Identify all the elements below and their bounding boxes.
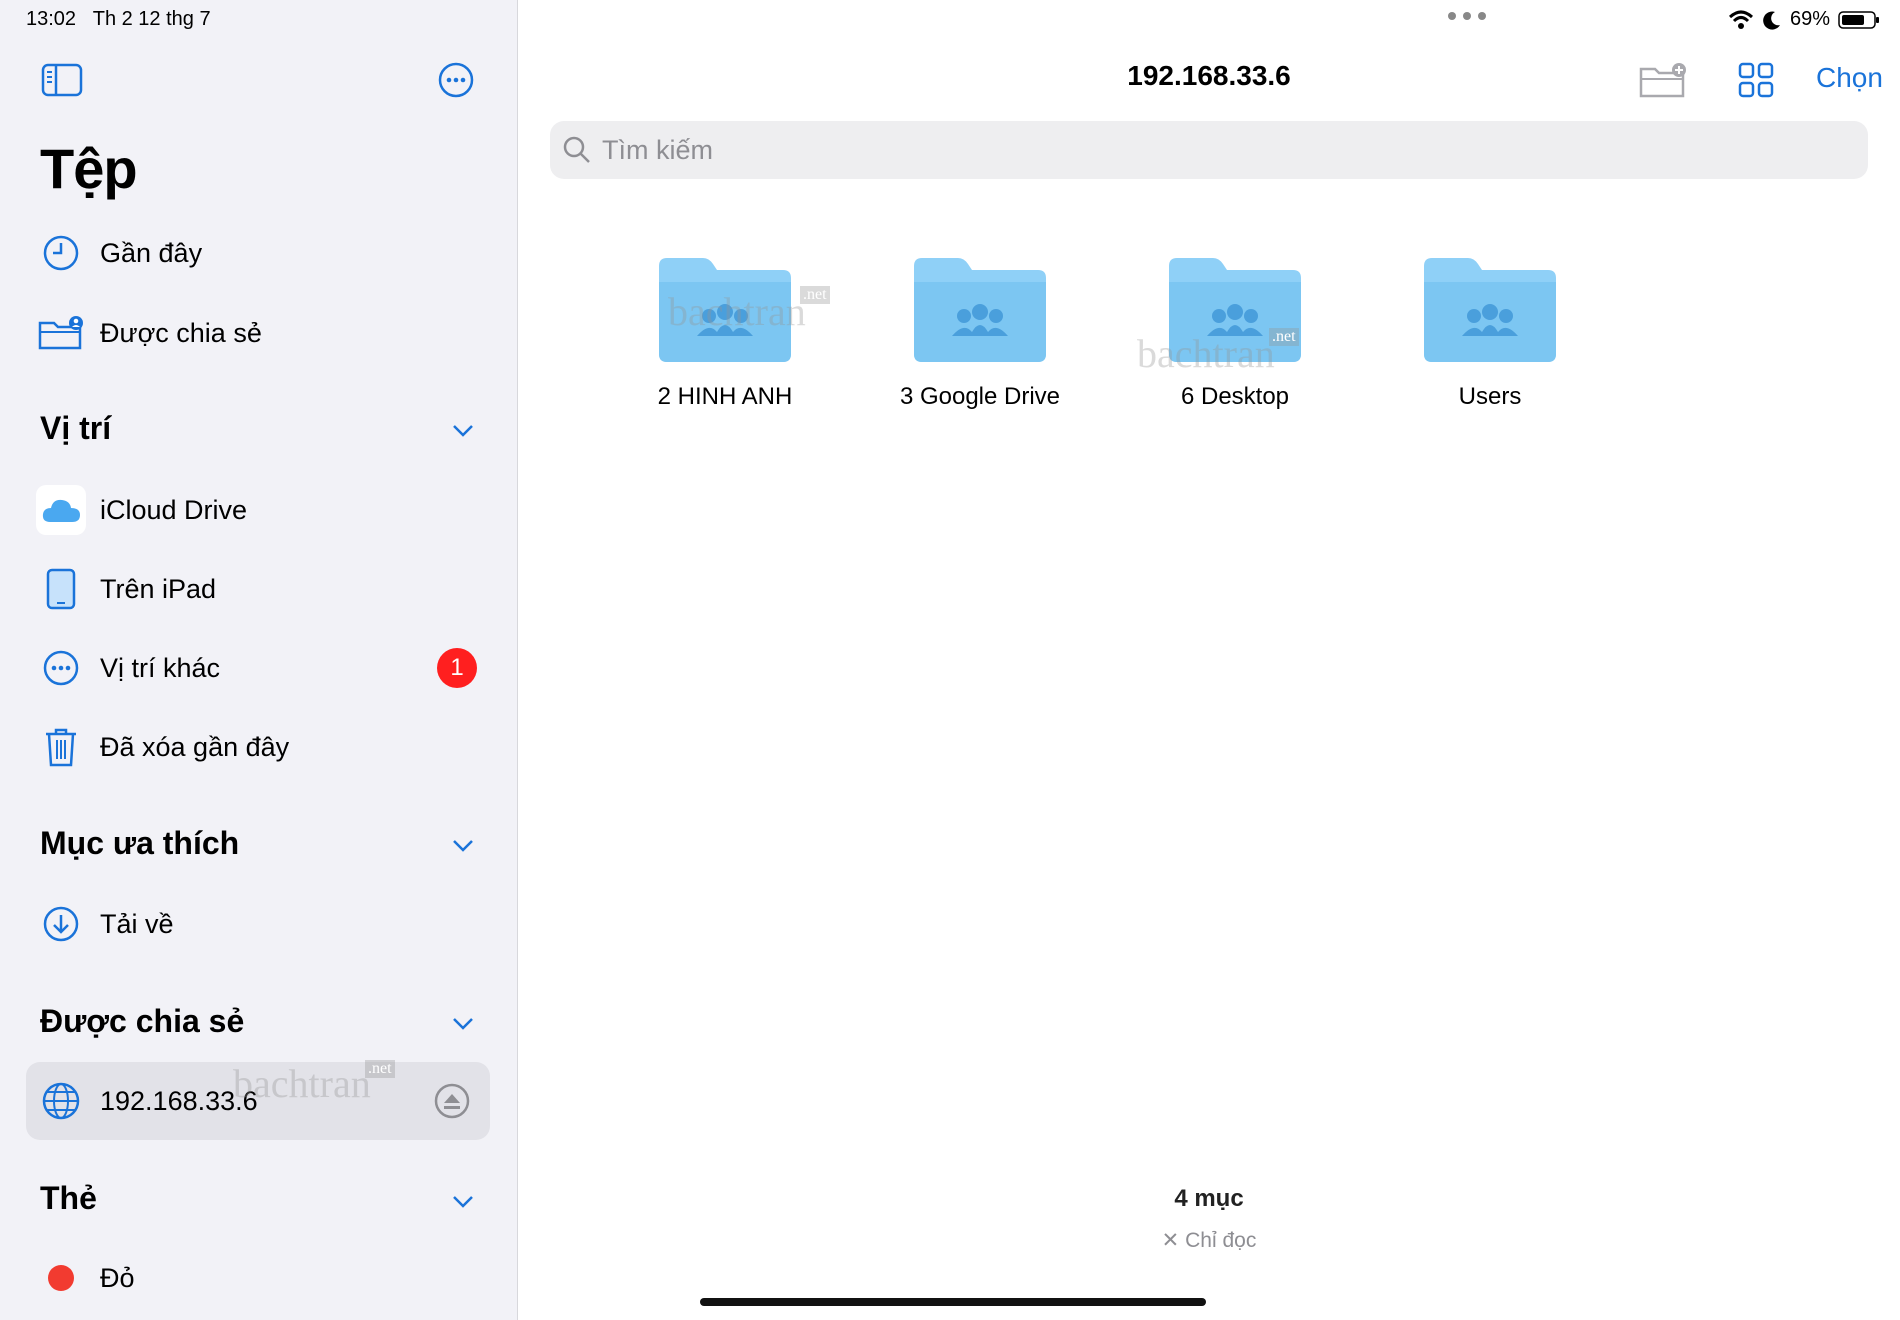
sidebar-item-tag-red[interactable]: Đỏ xyxy=(36,1249,135,1307)
sidebar-item-label: Gần đây xyxy=(100,237,203,268)
section-shared[interactable]: Được chia sẻ xyxy=(40,1003,244,1040)
sidebar-item-label: Đã xóa gần đây xyxy=(100,731,290,762)
ipad-icon xyxy=(36,564,86,614)
chevron-down-icon[interactable] xyxy=(452,1017,474,1031)
watermark: bachtran xyxy=(1137,331,1275,376)
chevron-down-icon[interactable] xyxy=(452,424,474,438)
shared-folder-icon xyxy=(914,258,1046,362)
chevron-down-icon[interactable] xyxy=(452,839,474,853)
sidebar-item-recent[interactable]: Gần đây xyxy=(36,224,202,282)
item-count: 4 mục xyxy=(1174,1185,1244,1212)
section-locations[interactable]: Vị trí xyxy=(40,410,111,447)
eject-icon[interactable] xyxy=(432,1081,472,1121)
search-icon xyxy=(563,136,590,163)
download-icon xyxy=(36,899,86,949)
sidebar-item-label: Đỏ xyxy=(100,1262,135,1293)
sidebar-item-downloads[interactable]: Tải về xyxy=(36,895,174,953)
watermark-suffix: .net xyxy=(365,1060,395,1078)
section-tags[interactable]: Thẻ xyxy=(40,1180,97,1217)
search-placeholder: Tìm kiếm xyxy=(602,134,713,165)
sidebar-item-label: Tải về xyxy=(100,908,174,939)
status-time: 13:02 Th 2 12 thg 7 xyxy=(26,8,211,30)
red-tag-dot-icon xyxy=(36,1253,86,1303)
new-folder-icon[interactable] xyxy=(1638,60,1690,100)
shared-folder-icon xyxy=(1424,258,1556,362)
sidebar-toggle-icon[interactable] xyxy=(38,60,86,100)
sidebar-item-shared[interactable]: Được chia sẻ xyxy=(36,304,262,362)
folder-name: Users xyxy=(1458,383,1522,410)
watermark: bachtran xyxy=(233,1061,371,1106)
folder-name: 3 Google Drive xyxy=(899,383,1061,410)
sidebar-item-label: Vị trí khác xyxy=(100,652,221,683)
page-title: 192.168.33.6 xyxy=(1127,60,1291,91)
read-only-status: ✕ Chỉ đọc xyxy=(1161,1229,1257,1252)
sidebar-item-label: iCloud Drive xyxy=(100,494,248,525)
watermark: bachtran xyxy=(668,289,806,334)
select-button[interactable]: Chọn xyxy=(1816,62,1883,94)
folder-item[interactable]: 3 Google Drive xyxy=(870,252,1090,411)
sidebar-item-server[interactable]: 192.168.33.6 xyxy=(36,1072,258,1130)
app-title: Tệp xyxy=(40,137,138,200)
watermark-suffix: .net xyxy=(800,286,830,304)
section-favorites[interactable]: Mục ưa thích xyxy=(40,825,239,862)
multitasking-dots-icon[interactable] xyxy=(1448,12,1486,20)
sidebar-item-label: Được chia sẻ xyxy=(100,317,262,348)
sidebar-item-recently-deleted[interactable]: Đã xóa gần đây xyxy=(36,718,289,776)
shared-folder-icon xyxy=(36,308,86,358)
icloud-icon xyxy=(36,485,86,535)
battery-icon xyxy=(1838,10,1879,29)
sidebar-item-other-locations[interactable]: Vị trí khác xyxy=(36,639,220,697)
globe-icon xyxy=(36,1076,86,1126)
status-bar-right: 69% xyxy=(1728,8,1880,31)
read-only-icon: ✕ xyxy=(1161,1229,1180,1252)
sidebar: 13:02 Th 2 12 thg 7 Tệp Gần đây Được chi… xyxy=(0,0,518,1320)
watermark-suffix: .net xyxy=(1269,328,1299,346)
more-circle-icon xyxy=(36,643,86,693)
moon-icon xyxy=(1763,11,1780,30)
more-options-icon[interactable] xyxy=(436,60,476,100)
folder-item[interactable]: Users xyxy=(1380,252,1600,411)
folder-name: 6 Desktop xyxy=(1180,383,1290,410)
clock-icon xyxy=(36,228,86,278)
grid-view-icon[interactable] xyxy=(1736,60,1776,100)
main-content: 69% 192.168.33.6 Chọn Tìm kiếm 2 HINH AN… xyxy=(518,0,1900,1320)
search-input[interactable]: Tìm kiếm xyxy=(550,121,1868,179)
sidebar-item-icloud[interactable]: iCloud Drive xyxy=(36,481,247,539)
chevron-down-icon[interactable] xyxy=(452,1195,474,1209)
folder-name: 2 HINH ANH xyxy=(657,383,793,410)
sidebar-item-on-ipad[interactable]: Trên iPad xyxy=(36,560,216,618)
home-indicator[interactable] xyxy=(700,1298,1206,1306)
sidebar-item-label: Trên iPad xyxy=(100,573,217,604)
wifi-icon xyxy=(1728,10,1753,29)
notification-badge: 1 xyxy=(437,648,477,688)
trash-icon xyxy=(36,722,86,772)
